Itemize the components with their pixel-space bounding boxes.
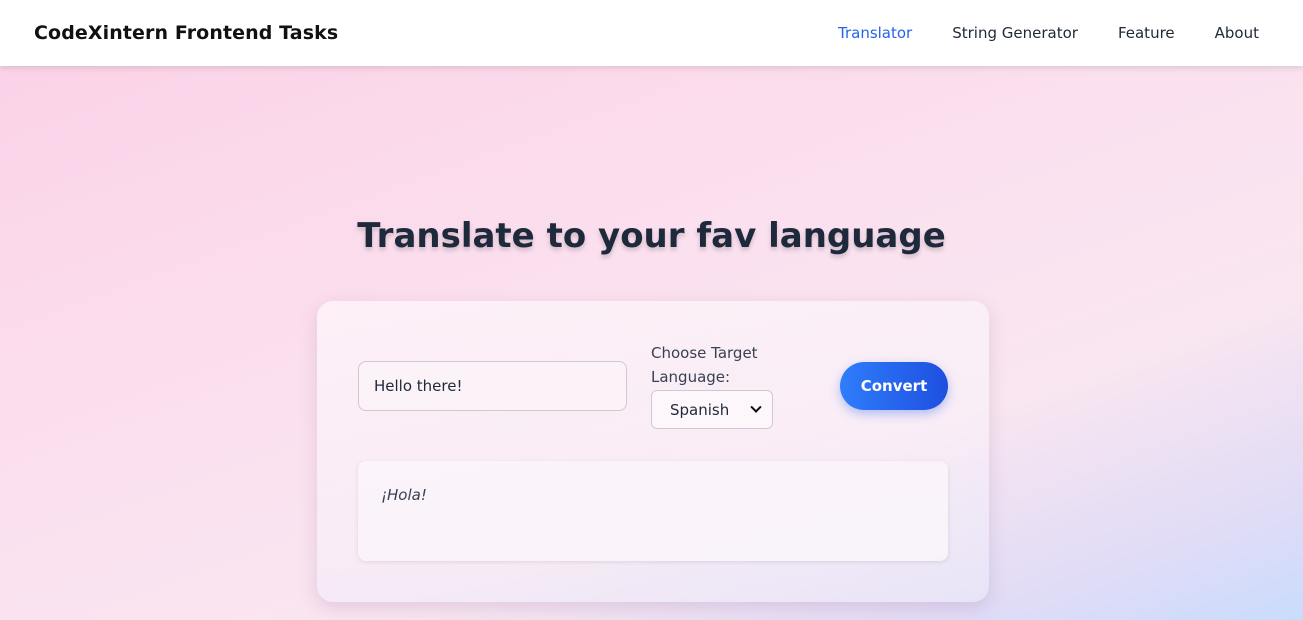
target-language-select[interactable]: Spanish [651,390,773,429]
chevron-down-icon [750,401,762,413]
page-title: Translate to your fav language [357,216,946,256]
convert-button[interactable]: Convert [840,362,948,410]
selected-language: Spanish [670,400,730,419]
source-text-input[interactable] [358,361,627,411]
nav-link-translator[interactable]: Translator [838,24,912,42]
brand-title: CodeXintern Frontend Tasks [34,22,339,44]
nav-links: Translator String Generator Feature Abou… [838,24,1259,42]
navbar: CodeXintern Frontend Tasks Translator St… [0,0,1303,66]
target-language-label: Choose Target Language: [651,344,758,386]
translator-card: Choose Target Language: Spanish Convert … [317,301,989,602]
nav-link-feature[interactable]: Feature [1118,24,1175,42]
nav-link-string-generator[interactable]: String Generator [952,24,1078,42]
translation-output: ¡Hola! [358,461,948,561]
nav-link-about[interactable]: About [1215,24,1259,42]
